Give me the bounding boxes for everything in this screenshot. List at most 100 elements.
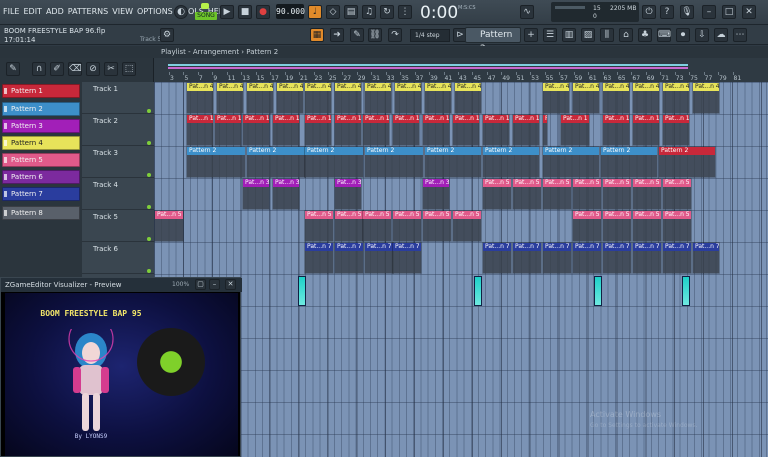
pattern-clip[interactable]: Pat...n 1 [662, 114, 690, 146]
pattern-clip[interactable]: Pat...n 1 [542, 114, 548, 146]
pattern-clip[interactable]: Pattern 2 [424, 146, 482, 178]
render-icon[interactable]: ⇩ [695, 28, 709, 42]
pattern-clip[interactable]: Pat...n 1 [242, 114, 270, 146]
add-pattern-icon[interactable]: + [524, 28, 538, 42]
mute-tool-icon[interactable]: ⊘ [86, 62, 100, 76]
record-icon[interactable]: ● [256, 5, 270, 19]
pattern-clip[interactable]: Pat...n 7 [602, 242, 632, 274]
track-enable-dot[interactable] [147, 173, 151, 177]
bend-icon[interactable]: ↷ [388, 28, 402, 42]
pattern-clip[interactable]: Pat...n 5 [662, 178, 692, 210]
pattern-clip[interactable]: Pat...n 1 [512, 114, 540, 146]
pattern-clip[interactable]: Pat...n 1 [362, 114, 390, 146]
pattern-clip[interactable]: Pattern 2 [364, 146, 424, 178]
track-enable-dot[interactable] [147, 205, 151, 209]
pattern-clip[interactable]: Pat...n 5 [662, 210, 692, 242]
pencil-tool-icon[interactable]: ✎ [6, 62, 20, 76]
preview-settings-icon[interactable]: ▢ [195, 279, 206, 290]
preview-minimize-icon[interactable]: – [209, 279, 220, 290]
pattern-clip[interactable]: Pat...n 5 [632, 210, 662, 242]
menu-view[interactable]: VIEW [112, 7, 133, 16]
track-enable-dot[interactable] [147, 269, 151, 273]
pattern-clip[interactable]: Pat...n 5 [512, 178, 542, 210]
pattern-clip[interactable]: Pat...n 5 [602, 210, 632, 242]
track-enable-dot[interactable] [147, 237, 151, 241]
pattern-clip[interactable]: Pat...n 1 [334, 114, 362, 146]
pattern-clip[interactable]: Pat...n 7 [542, 242, 572, 274]
pattern-item[interactable]: Pattern 8 [2, 206, 80, 220]
pattern-clip[interactable]: Pat...n 4 [454, 82, 482, 114]
delete-tool-icon[interactable]: ⌫ [68, 62, 82, 76]
pattern-item[interactable]: Pattern 6 [2, 170, 80, 184]
pattern-clip[interactable]: Pat...n 4 [304, 82, 332, 114]
track-enable-dot[interactable] [147, 141, 151, 145]
pattern-clip[interactable]: Pat...n 7 [334, 242, 364, 274]
track-header[interactable]: Track 5 [82, 210, 154, 242]
maximize-icon[interactable]: □ [722, 5, 736, 19]
pattern-clip[interactable]: Pat...n 4 [542, 82, 570, 114]
pattern-clip[interactable]: Pat...n 7 [304, 242, 334, 274]
playlist-grid[interactable]: Pat...n 4 Pat...n 4 Pat...n 4 Pat...n 4 Pat.… [154, 82, 768, 457]
pattern-clip[interactable]: Pat...n 1 [482, 114, 510, 146]
pattern-clip[interactable]: Pattern 2 [482, 146, 540, 178]
pattern-clip[interactable]: Pat...n 1 [422, 114, 450, 146]
pattern-clip[interactable]: Pat...n 5 [572, 178, 602, 210]
pattern-item[interactable]: Pattern 1 [2, 84, 80, 98]
pattern-clip[interactable]: Pat...n 4 [572, 82, 600, 114]
automation-clip[interactable] [474, 276, 482, 306]
pattern-clip[interactable]: Pat...n 5 [602, 178, 632, 210]
pattern-clip[interactable]: Pat...n 4 [246, 82, 274, 114]
pattern-item[interactable]: Pattern 7 [2, 187, 80, 201]
news-icon[interactable]: ▦ [310, 28, 324, 42]
pattern-clip[interactable]: Pat...n 4 [394, 82, 422, 114]
menu-add[interactable]: ADD [46, 7, 64, 16]
pattern-clip[interactable]: Pat...n 7 [632, 242, 662, 274]
pattern-clip[interactable]: Pat...n 1 [186, 114, 214, 146]
automation-clip[interactable] [682, 276, 690, 306]
track-header[interactable]: Track 2 [82, 114, 154, 146]
menu-patterns[interactable]: PATTERNS [68, 7, 108, 16]
pattern-clip[interactable]: Pat...n 4 [216, 82, 244, 114]
pattern-clip[interactable]: Pattern 2 [658, 146, 716, 178]
pattern-clip[interactable]: Pat...n 7 [512, 242, 542, 274]
pattern-clip[interactable]: Pat...n 4 [692, 82, 720, 114]
track-header[interactable]: Track 3 [82, 146, 154, 178]
automation-clip[interactable] [298, 276, 306, 306]
blend-notes-icon[interactable]: ♫ [362, 5, 376, 19]
pattern-clip[interactable]: Pat...n 7 [692, 242, 720, 274]
timeline-ruler[interactable]: 3 5 7 9 11 13 15 17 19 21 23 25 27 29 31 33 35 37 39 41 43 45… [154, 58, 768, 82]
stop-icon[interactable]: ■ [238, 5, 252, 19]
loop-record-icon[interactable]: ↻ [380, 5, 394, 19]
play-icon[interactable]: ▶ [220, 5, 234, 19]
pattern-clip[interactable]: Pat...n 5 [154, 210, 184, 242]
pattern-clip[interactable]: Pat...n 3 [334, 178, 362, 210]
pattern-clip[interactable]: Pat...n 4 [334, 82, 362, 114]
pattern-item[interactable]: Pattern 3 [2, 119, 80, 133]
record-audio-icon[interactable]: ⏺ [676, 28, 690, 42]
pattern-clip[interactable]: Pat...n 4 [186, 82, 214, 114]
pattern-clip[interactable]: Pat...n 5 [452, 210, 482, 242]
pattern-clip[interactable]: Pat...n 4 [602, 82, 630, 114]
pattern-item[interactable]: Pattern 5 [2, 153, 80, 167]
pattern-clip[interactable]: Pat...n 5 [482, 178, 512, 210]
slice-tool-icon[interactable]: ✂ [104, 62, 118, 76]
pattern-clip[interactable]: Pat...n 4 [424, 82, 452, 114]
pattern-selector[interactable]: Pattern 2 [465, 27, 521, 54]
wait-input-icon[interactable]: ◇ [326, 5, 340, 19]
automation-clip[interactable] [594, 276, 602, 306]
pattern-clip[interactable]: Pat...n 4 [276, 82, 304, 114]
pattern-clip[interactable]: Pat...n 5 [422, 210, 452, 242]
pattern-clip[interactable]: Pat...n 1 [304, 114, 332, 146]
track-header[interactable]: Track 6 [82, 242, 154, 274]
pattern-item[interactable]: Pattern 4 [2, 136, 80, 150]
pattern-clip[interactable]: Pat...n 3 [422, 178, 450, 210]
minimize-icon[interactable]: – [702, 5, 716, 19]
pattern-song-toggle[interactable]: SONG [195, 3, 217, 21]
track-header[interactable]: Track 1 [82, 82, 154, 114]
piano-roll-icon[interactable]: ▥ [562, 28, 576, 42]
pattern-clip[interactable]: Pat...n 7 [572, 242, 602, 274]
plugin-icon[interactable]: ⚙ [160, 28, 174, 42]
online-icon[interactable]: ☁ [714, 28, 728, 42]
step-edit-icon[interactable]: ⋮ [398, 5, 412, 19]
pattern-clip[interactable]: Pat...n 1 [602, 114, 630, 146]
